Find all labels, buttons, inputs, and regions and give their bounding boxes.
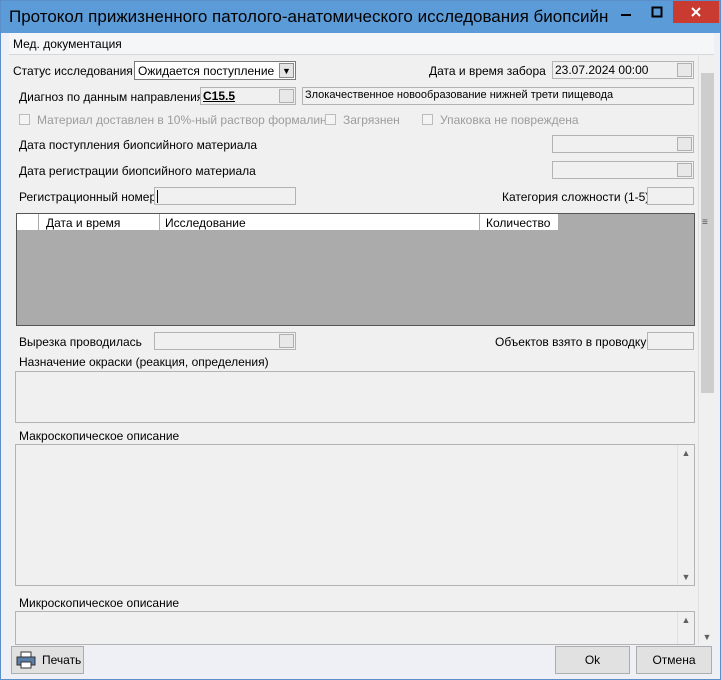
chevron-up-icon[interactable]: ▲	[678, 612, 694, 628]
diagnosis-text: Злокачественное новообразование нижней т…	[305, 89, 614, 101]
macro-scrollbar[interactable]: ▲ ▼	[677, 445, 694, 585]
registration-date-field[interactable]	[552, 161, 694, 179]
ok-button-label: Ok	[584, 653, 601, 667]
maximize-icon	[651, 6, 663, 18]
formalin-checkbox[interactable]	[19, 114, 30, 125]
grid-separator	[558, 214, 559, 231]
diagnosis-text-field: Злокачественное новообразование нижней т…	[302, 87, 694, 105]
diagnosis-label: Диагноз по данным направления	[19, 90, 204, 104]
contaminated-checkbox[interactable]	[325, 114, 336, 125]
macro-label: Макроскопическое описание	[19, 429, 180, 443]
dialog-window: Протокол прижизненного патолого-анатомич…	[0, 0, 721, 680]
status-label: Статус исследования	[13, 64, 133, 78]
grid-col-quantity[interactable]: Количество	[486, 216, 550, 230]
reg-number-input[interactable]	[154, 187, 296, 205]
objects-label: Объектов взято в проводку	[495, 335, 647, 349]
chevron-down-icon[interactable]: ▼	[279, 63, 294, 78]
title-bar[interactable]: Протокол прижизненного патолого-анатомич…	[1, 1, 720, 33]
micro-textarea[interactable]: ▲	[15, 611, 695, 645]
ok-button[interactable]: Ok	[555, 646, 630, 674]
collection-datetime-value: 23.07.2024 00:00	[555, 63, 649, 77]
research-grid[interactable]: Дата и время Исследование Количество	[16, 213, 695, 326]
collection-datetime-field[interactable]: 23.07.2024 00:00	[552, 61, 694, 79]
receipt-date-field[interactable]	[552, 135, 694, 153]
chevron-down-icon[interactable]: ▼	[678, 569, 694, 585]
print-button-label: Печать	[42, 653, 82, 667]
print-button[interactable]: Печать	[11, 646, 84, 674]
cancel-button[interactable]: Отмена	[636, 646, 712, 674]
button-bar: Печать Ok Отмена	[9, 645, 714, 677]
complexity-input[interactable]	[647, 187, 694, 205]
macro-textarea[interactable]: ▲ ▼	[15, 444, 695, 586]
menu-bar: Мед. документация	[9, 33, 714, 55]
grid-separator	[159, 214, 160, 231]
grid-separator	[479, 214, 480, 231]
staining-textarea[interactable]	[15, 371, 695, 423]
grip-icon: ≡	[702, 217, 708, 228]
diagnosis-lookup-button[interactable]	[279, 89, 294, 103]
grid-separator	[38, 214, 39, 231]
form-area: Статус исследования Ожидается поступлени…	[9, 55, 698, 645]
complexity-label: Категория сложности (1-5)	[502, 190, 650, 204]
cutting-combobox[interactable]	[154, 332, 296, 350]
status-combobox[interactable]: Ожидается поступление ▼	[134, 61, 296, 80]
printer-icon	[16, 651, 36, 669]
close-button[interactable]	[673, 1, 719, 23]
diagnosis-code: C15.5	[203, 89, 236, 103]
datetime-picker-button[interactable]	[677, 63, 692, 77]
chevron-down-icon[interactable]: ▼	[699, 629, 715, 645]
text-cursor	[157, 190, 158, 203]
micro-label: Микроскопическое описание	[19, 596, 180, 610]
package-checkbox[interactable]	[422, 114, 433, 125]
maximize-button[interactable]	[642, 1, 672, 23]
registration-date-picker-button[interactable]	[677, 163, 692, 177]
reg-number-label: Регистрационный номер	[19, 190, 157, 204]
staining-label: Назначение окраски (реакция, определения…	[19, 355, 269, 369]
grid-col-research[interactable]: Исследование	[165, 216, 246, 230]
scrollbar-thumb[interactable]	[701, 73, 714, 393]
menu-med-docs[interactable]: Мед. документация	[13, 37, 122, 51]
cutting-dropdown-button[interactable]	[279, 334, 294, 348]
receipt-date-label: Дата поступления биопсийного материала	[19, 138, 258, 152]
micro-scrollbar[interactable]: ▲	[677, 612, 694, 644]
diagnosis-code-field[interactable]: C15.5	[200, 87, 296, 105]
window-title: Протокол прижизненного патолого-анатомич…	[9, 7, 609, 26]
main-scrollbar[interactable]: ≡ ▼	[698, 55, 715, 645]
chevron-up-icon[interactable]: ▲	[678, 445, 694, 461]
close-icon	[691, 7, 701, 17]
formalin-checkbox-label: Материал доставлен в 10%-ный раствор фор…	[37, 113, 334, 127]
contaminated-checkbox-label: Загрязнен	[343, 113, 400, 127]
package-checkbox-label: Упаковка не повреждена	[440, 113, 579, 127]
collection-datetime-label: Дата и время забора	[429, 64, 546, 78]
grid-col-datetime[interactable]: Дата и время	[46, 216, 120, 230]
objects-input[interactable]	[647, 332, 694, 350]
cancel-button-label: Отмена	[652, 653, 696, 667]
status-value: Ожидается поступление	[138, 64, 275, 78]
receipt-date-picker-button[interactable]	[677, 137, 692, 151]
cutting-label: Вырезка проводилась	[19, 335, 142, 349]
minimize-icon	[621, 14, 631, 16]
registration-date-label: Дата регистрации биопсийного материала	[19, 164, 256, 178]
minimize-button[interactable]	[611, 1, 641, 23]
grid-header: Дата и время Исследование Количество	[17, 214, 559, 231]
